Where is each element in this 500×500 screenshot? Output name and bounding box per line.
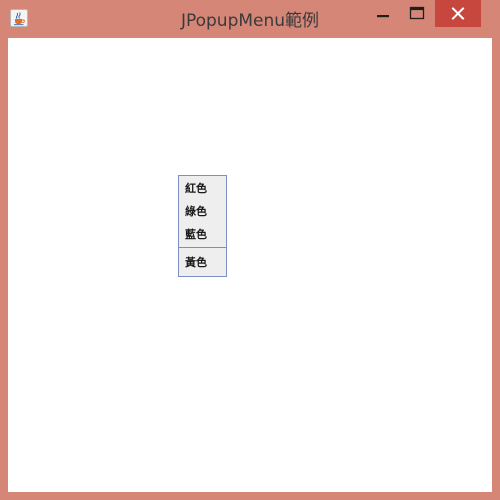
- close-icon: [451, 7, 465, 20]
- menu-item-blue[interactable]: 藍色: [179, 223, 226, 246]
- application-window: JPopupMenu範例 紅色 綠色 藍色 黃色: [0, 0, 500, 500]
- menu-item-green[interactable]: 綠色: [179, 200, 226, 223]
- close-button[interactable]: [435, 0, 481, 27]
- maximize-icon: [409, 6, 425, 20]
- maximize-button[interactable]: [402, 0, 432, 27]
- menu-item-yellow[interactable]: 黃色: [179, 251, 226, 274]
- title-bar[interactable]: JPopupMenu範例: [0, 0, 500, 38]
- minimize-icon: [377, 15, 389, 18]
- menu-item-red[interactable]: 紅色: [179, 177, 226, 200]
- popup-menu: 紅色 綠色 藍色 黃色: [178, 175, 227, 277]
- menu-separator: [179, 247, 226, 248]
- java-cup-icon[interactable]: [10, 9, 28, 27]
- minimize-button[interactable]: [368, 0, 398, 27]
- content-pane[interactable]: [8, 38, 492, 492]
